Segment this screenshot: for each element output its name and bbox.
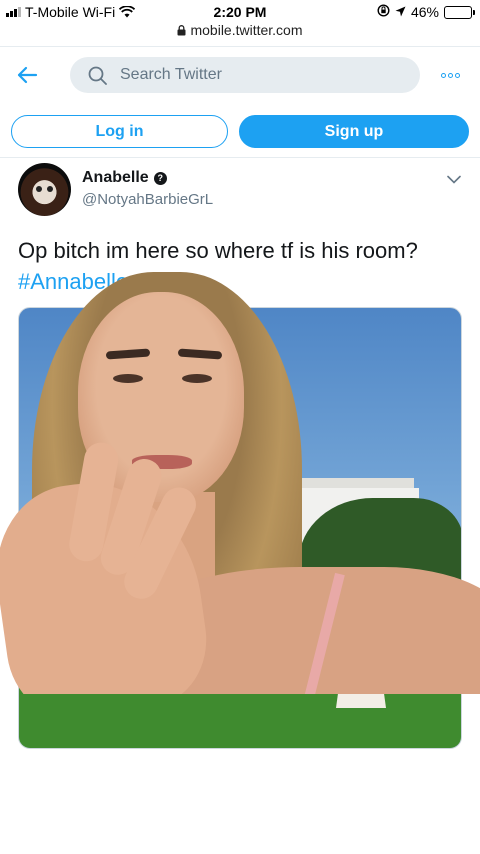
- status-bar: T-Mobile Wi-Fi 2:20 PM 46%: [0, 0, 480, 24]
- search-box[interactable]: [70, 57, 420, 93]
- twitter-header: [0, 46, 480, 104]
- eyebrow: [105, 348, 151, 360]
- rotation-lock-icon: [377, 4, 390, 20]
- tweet-body: Op bitch im here so where tf is his room…: [18, 238, 418, 263]
- more-options-icon[interactable]: [441, 73, 460, 78]
- back-arrow-icon[interactable]: [16, 65, 40, 87]
- badge-icon: ?: [153, 171, 167, 185]
- eye: [113, 374, 143, 383]
- eyebrow: [177, 348, 223, 360]
- hand: [0, 439, 216, 694]
- author-handle[interactable]: @NotyahBarbieGrL: [82, 191, 213, 208]
- chevron-down-icon[interactable]: [447, 171, 461, 189]
- eye: [182, 374, 212, 383]
- battery-icon: [444, 5, 475, 19]
- author-name[interactable]: Anabelle: [82, 169, 149, 187]
- person-overlay: [0, 272, 480, 694]
- avatar-eye: [47, 186, 53, 192]
- location-icon: [395, 4, 406, 20]
- lock-icon: [177, 23, 186, 39]
- signup-button[interactable]: Sign up: [239, 115, 469, 148]
- search-input[interactable]: [120, 57, 410, 93]
- address-bar[interactable]: mobile.twitter.com: [0, 22, 480, 44]
- status-right: 46%: [377, 4, 475, 20]
- avatar[interactable]: [18, 163, 71, 216]
- avatar-eye: [36, 186, 42, 192]
- url-text: mobile.twitter.com: [190, 22, 303, 38]
- login-button[interactable]: Log in: [11, 115, 228, 148]
- auth-bar: Log in Sign up: [0, 104, 480, 158]
- search-icon: [88, 66, 107, 90]
- battery-percent: 46%: [410, 4, 439, 20]
- author-name-row[interactable]: Anabelle ?: [82, 169, 167, 187]
